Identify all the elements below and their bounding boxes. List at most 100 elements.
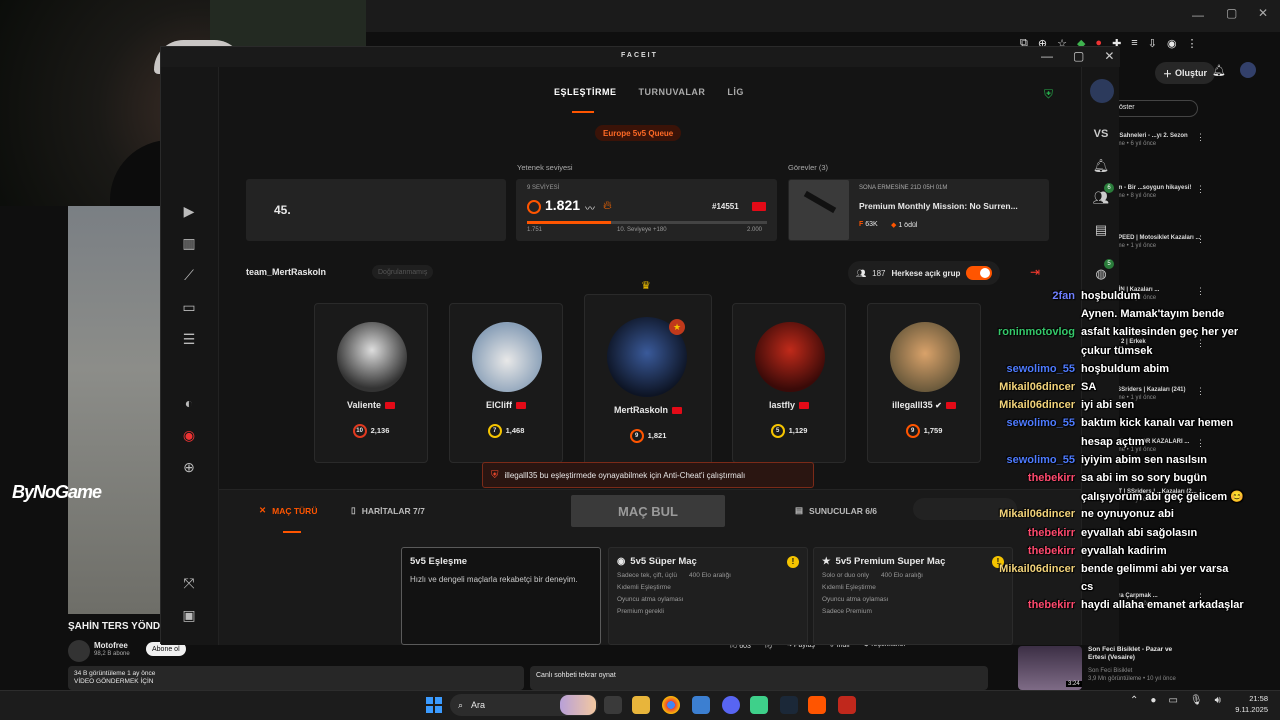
menu-icon[interactable]: ⋮ — [1187, 37, 1198, 50]
chat-username[interactable]: thebekirr — [1028, 545, 1075, 557]
chart-icon[interactable]: ⟋ — [179, 265, 199, 285]
bell-icon[interactable]: 🔔︎ — [1090, 155, 1112, 177]
more-icon[interactable]: ⋮ — [1196, 234, 1205, 245]
player-card[interactable]: Valiente 10 2,136 — [314, 303, 428, 463]
windows-start-icon[interactable] — [426, 697, 442, 713]
player-elo-row: 10 2,136 — [315, 424, 427, 438]
club-icon[interactable]: ◉ — [179, 425, 199, 445]
app-tray-icon[interactable]: ● — [1150, 695, 1156, 706]
turkey-flag-icon — [516, 402, 526, 410]
list-icon[interactable]: ☰ — [179, 329, 199, 349]
chat-icon[interactable]: ▤ — [1090, 219, 1112, 241]
chat-username[interactable]: sewolimo_55 — [1007, 417, 1075, 429]
minimize-icon[interactable]: — — [1041, 49, 1053, 63]
leave-party-icon[interactable]: ⇥ — [1030, 265, 1040, 279]
anticheat-app-icon[interactable] — [838, 696, 856, 714]
find-match-button[interactable]: MAÇ BUL — [571, 495, 725, 527]
chevron-up-icon[interactable]: ⌃ — [1130, 695, 1138, 706]
chat-username[interactable]: Mikail06dincer — [999, 563, 1075, 575]
close-icon[interactable]: ✕ — [1258, 6, 1268, 20]
volume-icon[interactable]: 🔊︎ — [1215, 695, 1221, 706]
steam-icon[interactable] — [780, 696, 798, 714]
player-name: illegalll35 — [892, 400, 933, 410]
chat-username[interactable]: Mikail06dincer — [999, 399, 1075, 411]
chat-username[interactable]: roninmotovlog — [998, 326, 1075, 338]
channel-name[interactable]: Motofree — [94, 641, 128, 650]
mode-detail: Kıdemli Eşleştirme — [617, 584, 671, 591]
notifications-icon[interactable]: 🔔︎ — [1212, 64, 1226, 77]
file-explorer-icon[interactable] — [632, 696, 650, 714]
maximize-icon[interactable]: ▢ — [1073, 49, 1084, 63]
chat-username[interactable]: sewolimo_55 — [1007, 363, 1075, 375]
chrome-icon[interactable] — [662, 696, 680, 714]
channel-avatar[interactable] — [68, 640, 90, 662]
tab-servers[interactable]: ▤ SUNUCULAR 6/6 — [795, 505, 877, 516]
clan-icon[interactable]: ◐ — [179, 393, 199, 413]
tab-matchmaking[interactable]: EŞLEŞTİRME — [554, 87, 617, 97]
player-card[interactable]: lastfly 5 1,129 — [732, 303, 846, 463]
player-card-captain[interactable]: ★ MertRaskoln 9 1,821 — [584, 294, 712, 466]
avatar[interactable] — [1240, 62, 1256, 78]
add-icon[interactable]: ⊕ — [179, 457, 199, 477]
turkey-flag-icon — [672, 407, 682, 415]
discord-icon[interactable] — [722, 696, 740, 714]
app-icon-2[interactable] — [750, 696, 768, 714]
app-icon[interactable] — [692, 696, 710, 714]
clock-date[interactable]: 9.11.2025 — [1224, 705, 1268, 714]
chat-username[interactable]: Mikail06dincer — [999, 508, 1075, 520]
download-icon[interactable]: ⇩ — [1148, 37, 1157, 50]
chat-message: eyvallah abi sağolasın — [1081, 527, 1198, 539]
player-elo: 1,821 — [647, 430, 667, 440]
anticheat-shield-icon[interactable]: ⛨ — [1044, 87, 1053, 102]
tab-maps[interactable]: ▯ HARİTALAR 7/7 — [351, 505, 425, 516]
maximize-icon[interactable]: ▢ — [1226, 6, 1237, 20]
chat-message: çukur tümsek — [1081, 345, 1153, 357]
verified-icon: ✔ — [935, 401, 942, 410]
versus-icon[interactable]: VS — [1090, 123, 1112, 145]
network-icon[interactable]: ▭ — [1168, 695, 1177, 706]
player-card[interactable]: ElCliff 7 1,468 — [449, 303, 563, 463]
minimize-icon[interactable]: — — [1192, 8, 1204, 22]
chat-username[interactable]: thebekirr — [1028, 599, 1075, 611]
expand-icon[interactable]: ⤧ — [179, 573, 199, 593]
stats-icon[interactable]: ▥ — [179, 233, 199, 253]
more-icon[interactable]: ⋮ — [1196, 132, 1205, 143]
mode-card-super[interactable]: ◉ 5v5 Süper Maç ! Sadece tek, çift, üçlü 4… — [608, 547, 808, 645]
tab-league[interactable]: LİG — [727, 87, 744, 97]
reward-other: 1 ödül — [898, 222, 918, 229]
star-badge-icon: ★ — [669, 319, 685, 335]
avatar[interactable] — [1090, 79, 1114, 103]
video-icon[interactable]: ▭ — [179, 297, 199, 317]
faceit-icon[interactable] — [808, 696, 826, 714]
create-button[interactable]: ＋ Oluştur — [1155, 62, 1216, 84]
chat-message: hoşbuldum — [1081, 290, 1141, 302]
video-player[interactable] — [68, 206, 162, 614]
chat-username[interactable]: sewolimo_55 — [1007, 454, 1075, 466]
task-view-icon[interactable] — [604, 696, 622, 714]
shop-icon[interactable]: ▣ — [179, 605, 199, 625]
play-icon[interactable]: ▶ — [179, 201, 199, 221]
live-chat-replay[interactable]: Canlı sohbeti tekrar oynat — [530, 666, 988, 690]
mode-card-5v5[interactable]: 5v5 Eşleşme Hızlı ve dengeli maçlarla re… — [401, 547, 601, 645]
more-icon[interactable]: ⋮ — [1196, 184, 1205, 195]
chat-username[interactable]: thebekirr — [1028, 472, 1075, 484]
chat-username[interactable]: thebekirr — [1028, 527, 1075, 539]
friends-icon[interactable]: 👥︎ 6 — [1090, 183, 1114, 209]
close-icon[interactable]: ✕ — [1104, 49, 1114, 63]
player-avatar — [890, 322, 960, 392]
playlist-icon[interactable]: ≡ — [1131, 37, 1137, 49]
recommendation-title[interactable]: Son Feci Bisiklet - Pazar ve Ertesi (Ves… — [1088, 646, 1178, 662]
chat-username[interactable]: 2fan — [1052, 290, 1075, 302]
tab-tournaments[interactable]: TURNUVALAR — [639, 87, 706, 97]
chat-username[interactable]: Mikail06dincer — [999, 381, 1075, 393]
queue-selector[interactable]: Europe 5v5 Queue — [595, 125, 682, 141]
party-icon[interactable]: ◍ 5 — [1090, 259, 1114, 285]
channel-subscribers: 98,2 B abone — [94, 651, 130, 657]
profile-icon[interactable]: ◉ — [1167, 37, 1177, 50]
public-group-toggle[interactable] — [966, 266, 993, 280]
description-box[interactable]: 34 B görüntüleme 1 ay önce VİDEO GÖNDERM… — [68, 666, 524, 690]
mic-icon[interactable]: 🎙︎ — [1190, 695, 1203, 706]
clock-time[interactable]: 21:58 — [1238, 694, 1268, 703]
player-card[interactable]: illegalll35 ✔ 9 1,759 — [867, 303, 981, 463]
tab-match-type[interactable]: ✕ MAÇ TÜRÜ — [259, 505, 317, 516]
